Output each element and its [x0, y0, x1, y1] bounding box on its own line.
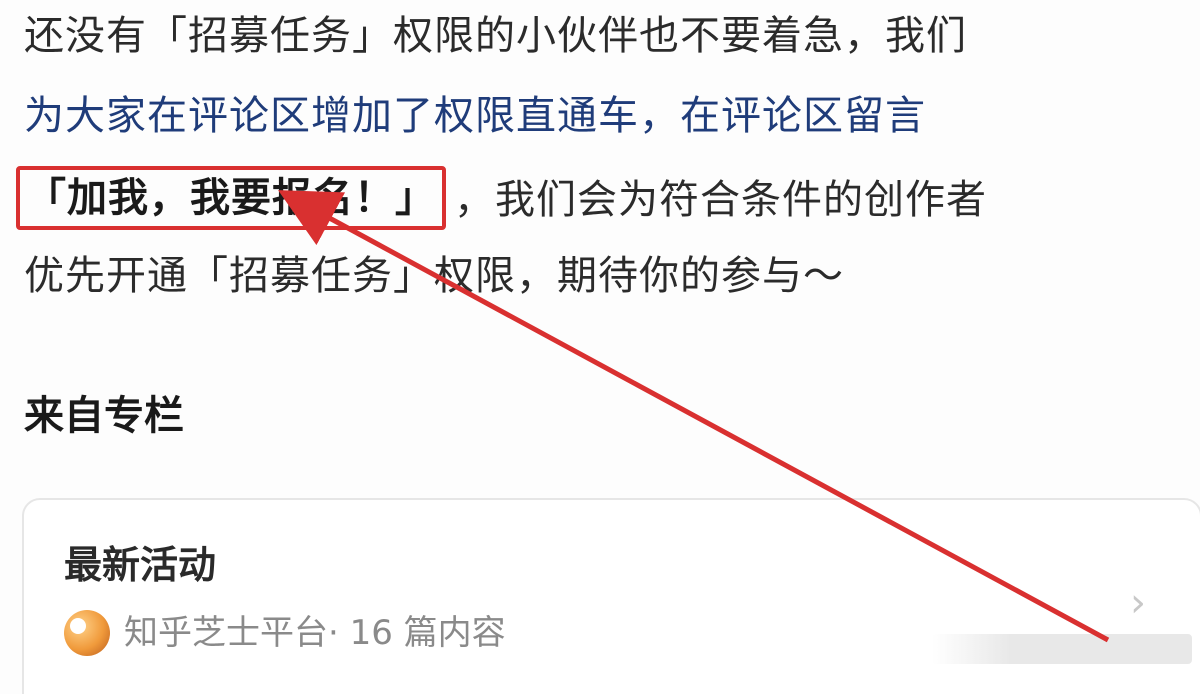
column-card-title: 最新活动 [64, 543, 217, 587]
article-line-2: 为大家在评论区增加了权限直通车，在评论区留言 [24, 93, 926, 139]
content-count: · 16 篇内容 [328, 613, 506, 653]
article-line-4: 优先开通「招募任务」权限，期待你的参与～ [24, 253, 844, 299]
column-card[interactable]: 最新活动 知乎芝士平台 · 16 篇内容 › [22, 498, 1200, 694]
highlighted-comment-phrase: 「加我，我要报名！」 [16, 166, 446, 230]
column-card-meta: 知乎芝士平台 · 16 篇内容 [64, 608, 506, 658]
avatar-dot-icon [70, 618, 86, 634]
watermark-blur [932, 634, 1192, 664]
chevron-right-icon[interactable]: › [1130, 580, 1146, 626]
article-line-1: 还没有「招募任务」权限的小伙伴也不要着急，我们 [24, 13, 967, 59]
article-line-3-rest: ，我们会为符合条件的创作者 [454, 177, 987, 223]
article-line-3: 「加我，我要报名！」 ，我们会为符合条件的创作者 [16, 166, 987, 232]
screenshot-page: 还没有「招募任务」权限的小伙伴也不要着急，我们 为大家在评论区增加了权限直通车，… [0, 0, 1200, 694]
author-name[interactable]: 知乎芝士平台 [124, 608, 328, 658]
author-avatar [64, 610, 110, 656]
section-title-column: 来自专栏 [24, 393, 184, 439]
